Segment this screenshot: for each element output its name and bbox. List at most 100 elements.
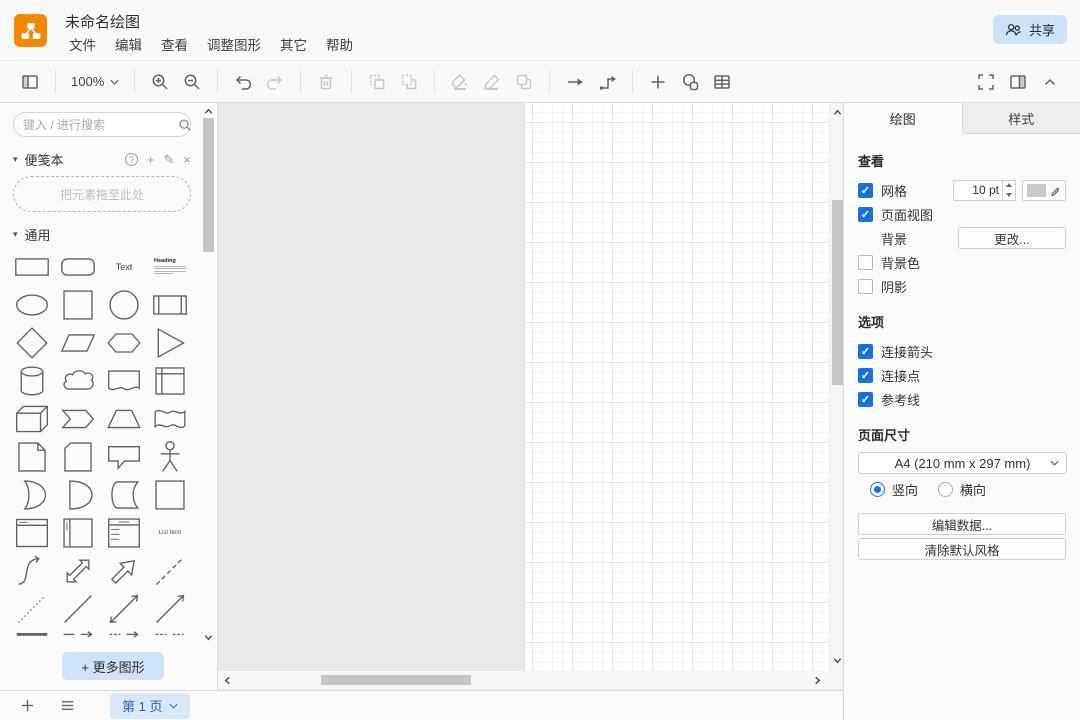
- shape-cylinder[interactable]: [13, 362, 51, 400]
- shape-triangle[interactable]: [151, 324, 189, 362]
- shape-actor[interactable]: [151, 438, 189, 476]
- connection-points-checkbox[interactable]: ✓: [858, 368, 873, 383]
- shape-and[interactable]: [59, 476, 97, 514]
- shape-cube[interactable]: [13, 400, 51, 438]
- grid-size-stepper[interactable]: [1003, 180, 1016, 201]
- undo-button[interactable]: [228, 68, 258, 96]
- shape-container[interactable]: [13, 514, 51, 552]
- scratchpad-close-icon[interactable]: ×: [183, 152, 191, 167]
- document-title[interactable]: 未命名绘图: [65, 11, 140, 32]
- shape-document[interactable]: [105, 362, 143, 400]
- shape-diamond[interactable]: [13, 324, 51, 362]
- connection-arrows-checkbox[interactable]: ✓: [858, 344, 873, 359]
- page-tab-1[interactable]: 第 1 页: [110, 693, 190, 719]
- scroll-down-icon[interactable]: [201, 630, 215, 644]
- scroll-right-icon[interactable]: [810, 673, 824, 687]
- add-page-button[interactable]: [12, 693, 42, 719]
- shape-callout[interactable]: [105, 438, 143, 476]
- menu-文件[interactable]: 文件: [68, 32, 97, 56]
- shape-bidirectional-arrow[interactable]: [59, 552, 97, 590]
- guides-checkbox[interactable]: ✓: [858, 392, 873, 407]
- stepper-up-icon[interactable]: [1003, 181, 1015, 191]
- shape-dotted-line[interactable]: [13, 590, 51, 628]
- background-color-checkbox[interactable]: [858, 255, 873, 270]
- shape-text[interactable]: Text: [105, 248, 143, 286]
- shape-bidirectional-connector[interactable]: [105, 590, 143, 628]
- stepper-down-icon[interactable]: [1003, 190, 1015, 200]
- zoom-out-button[interactable]: [177, 68, 207, 96]
- shape-curve[interactable]: [13, 552, 51, 590]
- share-button[interactable]: 共享: [993, 15, 1067, 44]
- insert-table-button[interactable]: [707, 68, 737, 96]
- tab-style[interactable]: 样式: [963, 103, 1080, 134]
- grid-size-input[interactable]: [953, 180, 1003, 201]
- shape-textbox[interactable]: Heading: [151, 248, 189, 286]
- scroll-left-icon[interactable]: [220, 673, 234, 687]
- shape-search-input[interactable]: [23, 118, 178, 132]
- menu-其它[interactable]: 其它: [279, 32, 308, 56]
- drawing-canvas[interactable]: [217, 103, 843, 690]
- canvas-vertical-scrollbar[interactable]: [829, 103, 843, 671]
- insert-button[interactable]: [643, 68, 673, 96]
- shape-partial-4[interactable]: [151, 628, 189, 648]
- shape-ellipse[interactable]: [13, 286, 51, 324]
- shape-list[interactable]: [105, 514, 143, 552]
- tab-diagram[interactable]: 绘图: [844, 103, 963, 134]
- shape-rectangle[interactable]: [13, 248, 51, 286]
- shape-data-storage[interactable]: [105, 476, 143, 514]
- drawing-page[interactable]: [524, 103, 829, 671]
- pages-menu-icon[interactable]: [52, 693, 82, 719]
- general-section-header[interactable]: ▾ 通用: [13, 225, 191, 244]
- edit-data-button[interactable]: 编辑数据...: [858, 513, 1066, 535]
- landscape-option[interactable]: 横向: [938, 480, 986, 499]
- scratchpad-help-icon[interactable]: ?: [125, 153, 138, 166]
- shape-parallelogram[interactable]: [59, 324, 97, 362]
- paper-size-select[interactable]: A4 (210 mm x 297 mm): [858, 452, 1067, 474]
- shape-arrow[interactable]: [105, 552, 143, 590]
- collapse-toolbar-button[interactable]: [1035, 68, 1065, 96]
- menu-帮助[interactable]: 帮助: [325, 32, 354, 56]
- waypoints-button[interactable]: [592, 68, 622, 96]
- shape-link[interactable]: [13, 628, 51, 648]
- shape-partial-2[interactable]: [59, 628, 97, 648]
- shape-dashed-line[interactable]: [151, 552, 189, 590]
- sidebar-scrollbar-thumb[interactable]: [203, 118, 214, 252]
- shape-square-2[interactable]: [151, 476, 189, 514]
- shape-directional-connector[interactable]: [151, 590, 189, 628]
- canvas-horizontal-scrollbar[interactable]: [218, 671, 829, 689]
- change-background-button[interactable]: 更改...: [958, 227, 1066, 249]
- scratchpad-section-header[interactable]: ▾ 便笺本 ? + ✎ ×: [13, 150, 191, 169]
- shape-list-item[interactable]: List Item: [151, 514, 189, 552]
- shape-internal-storage[interactable]: [151, 362, 189, 400]
- scroll-down-icon[interactable]: [830, 653, 844, 667]
- toggle-shapes-panel-button[interactable]: [15, 68, 45, 96]
- scroll-up-icon[interactable]: [830, 105, 844, 119]
- portrait-option[interactable]: 竖向: [870, 480, 918, 499]
- shape-note[interactable]: [13, 438, 51, 476]
- scratchpad-add-icon[interactable]: +: [147, 152, 155, 167]
- portrait-radio[interactable]: [870, 482, 885, 497]
- scratchpad-edit-icon[interactable]: ✎: [164, 152, 175, 168]
- format-panel-button[interactable]: [1003, 68, 1033, 96]
- shape-trapezoid[interactable]: [105, 400, 143, 438]
- sidebar-scrollbar[interactable]: [201, 103, 215, 648]
- shape-step[interactable]: [59, 400, 97, 438]
- scroll-up-icon[interactable]: [201, 104, 215, 118]
- shape-square[interactable]: [59, 286, 97, 324]
- menu-查看[interactable]: 查看: [160, 32, 189, 56]
- shape-rounded-rectangle[interactable]: [59, 248, 97, 286]
- page-view-checkbox[interactable]: ✓: [858, 207, 873, 222]
- shape-partial-3[interactable]: [105, 628, 143, 648]
- canvas-vscrollbar-thumb[interactable]: [832, 200, 843, 385]
- shape-hexagon[interactable]: [105, 324, 143, 362]
- shape-circle[interactable]: [105, 286, 143, 324]
- shape-cloud[interactable]: [59, 362, 97, 400]
- more-shapes-button[interactable]: + 更多图形: [62, 652, 164, 680]
- fullscreen-button[interactable]: [971, 68, 1001, 96]
- shadow-checkbox[interactable]: [858, 279, 873, 294]
- menu-调整图形[interactable]: 调整图形: [206, 32, 262, 56]
- shape-line[interactable]: [59, 590, 97, 628]
- canvas-hscrollbar-thumb[interactable]: [321, 675, 471, 685]
- menu-编辑[interactable]: 编辑: [114, 32, 143, 56]
- scratchpad-drop-area[interactable]: 把元素拖至此处: [13, 176, 191, 212]
